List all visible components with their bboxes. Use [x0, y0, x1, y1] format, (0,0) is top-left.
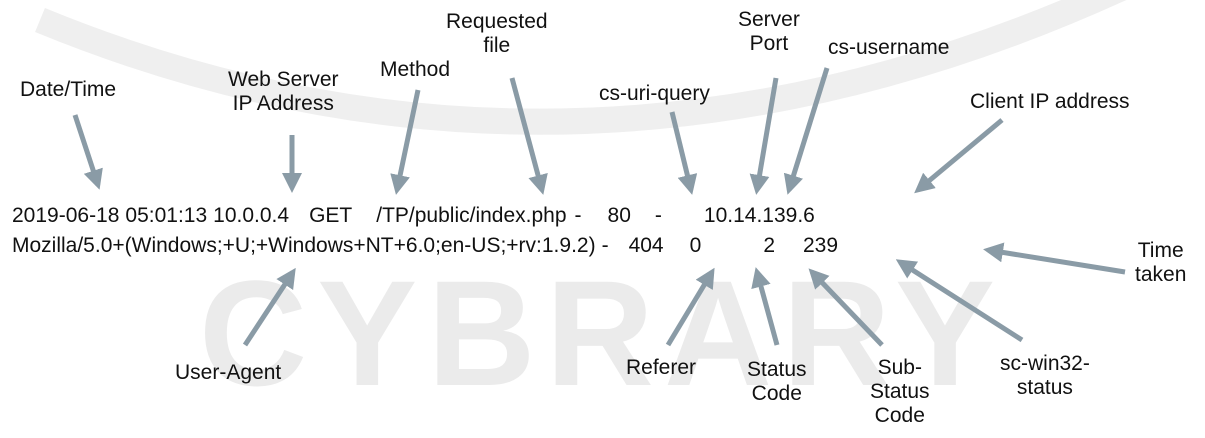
log-uri-query: -	[574, 204, 582, 227]
log-substatus: 0	[689, 234, 702, 257]
label-requested-file-line2: file	[483, 34, 511, 57]
label-date-time: Date/Time	[20, 78, 116, 102]
label-status-code: Status Code	[747, 358, 807, 406]
label-cs-username-text: cs-username	[828, 36, 950, 59]
log-date: 2019-06-18	[12, 204, 120, 227]
log-port: 80	[607, 204, 631, 227]
log-uri-stem: /TP/public/index.php	[376, 204, 567, 227]
label-sub-status-line2: Status	[870, 380, 930, 403]
label-client-ip: Client IP address	[970, 90, 1130, 114]
label-status-code-line2: Code	[751, 382, 802, 405]
label-time-taken: Time taken	[1135, 239, 1186, 287]
arrow-sub-status	[808, 268, 884, 347]
arrow-requested-file	[509, 77, 548, 195]
label-cs-uri-query-text: cs-uri-query	[599, 82, 710, 105]
label-requested-file-line1: Requested	[446, 10, 548, 33]
label-requested-file: Requested file	[446, 10, 548, 58]
arrow-user-agent	[242, 267, 296, 347]
log-time-taken: 239	[803, 234, 839, 257]
arrow-cs-uri-query	[669, 111, 698, 195]
label-status-code-line1: Status	[747, 358, 807, 381]
arrow-date-time	[72, 114, 103, 190]
arrow-referer	[665, 267, 715, 347]
label-method: Method	[380, 58, 450, 82]
arrow-method	[390, 89, 421, 195]
arrow-cs-username	[783, 67, 830, 195]
label-client-ip-text: Client IP address	[970, 90, 1130, 113]
label-time-taken-line2: taken	[1135, 263, 1187, 286]
label-server-port-line2: Port	[749, 32, 789, 55]
log-line-1: 2019-06-18 05:01:13 10.0.0.4 GET/TP/public/…	[12, 204, 815, 228]
label-sub-status-line3: Code	[874, 404, 925, 427]
label-server-port: Server Port	[738, 8, 800, 56]
label-time-taken-line1: Time	[1137, 239, 1184, 262]
label-method-text: Method	[380, 58, 451, 81]
log-server-ip: 10.0.0.4	[213, 204, 290, 227]
label-server-port-line1: Server	[738, 8, 800, 31]
label-referer: Referer	[626, 356, 696, 380]
arrow-status-code	[751, 267, 780, 346]
log-username: -	[654, 204, 662, 227]
log-status: 404	[628, 234, 664, 257]
log-client-ip: 10.14.139.6	[703, 204, 815, 227]
label-sub-status-line1: Sub-	[877, 356, 922, 379]
label-cs-username: cs-username	[828, 36, 949, 60]
log-user-agent: Mozilla/5.0+(Windows;+U;+Windows+NT+6.0;…	[12, 234, 596, 257]
label-date-time-text: Date/Time	[20, 78, 117, 101]
label-web-server-ip: Web Server IP Address	[228, 68, 339, 116]
arrow-client-ip	[914, 118, 1004, 194]
log-win32-status: 2	[763, 234, 775, 257]
log-time: 05:01:13	[125, 204, 208, 227]
arrow-time-taken	[983, 242, 1126, 275]
label-user-agent: User-Agent	[175, 361, 281, 385]
label-web-server-ip-line2: IP Address	[232, 92, 334, 115]
label-win32-status-line2: status	[1016, 376, 1073, 399]
arrow-win32-status	[895, 259, 1024, 343]
log-referer: -	[601, 234, 609, 257]
label-win32-status: sc-win32- status	[1000, 352, 1090, 400]
label-user-agent-text: User-Agent	[175, 361, 282, 384]
label-win32-status-line1: sc-win32-	[1000, 352, 1090, 375]
arrow-server-port	[749, 77, 779, 195]
label-referer-text: Referer	[626, 356, 697, 379]
label-cs-uri-query: cs-uri-query	[599, 82, 710, 106]
label-sub-status-code: Sub- Status Code	[870, 356, 930, 428]
log-method: GET	[309, 204, 353, 227]
log-line-2: Mozilla/5.0+(Windows;+U;+Windows+NT+6.0;…	[12, 234, 838, 258]
label-web-server-ip-line1: Web Server	[228, 68, 339, 91]
